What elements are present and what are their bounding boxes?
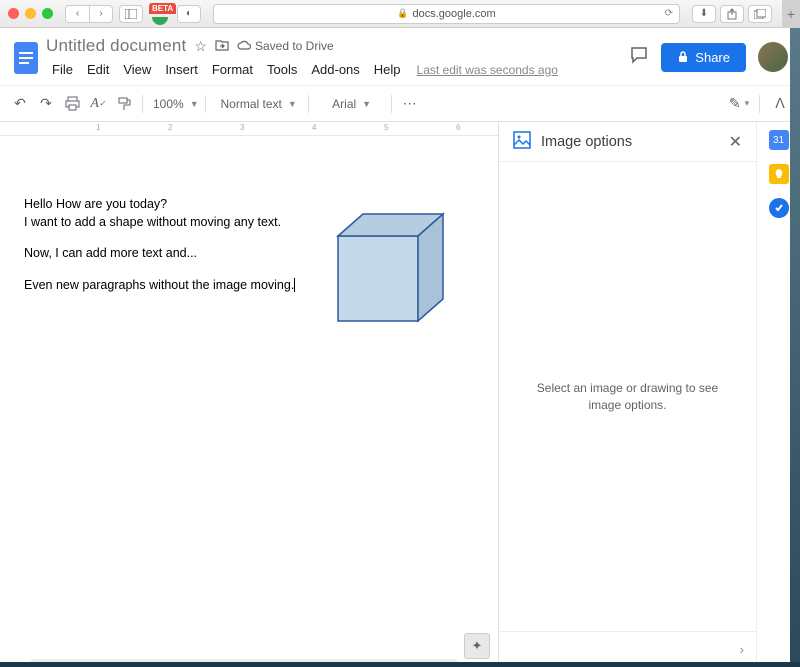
panel-body: Select an image or drawing to see image …	[499, 162, 756, 631]
comments-icon[interactable]	[629, 45, 649, 70]
ruler-mark: 3	[240, 123, 244, 132]
desktop-background	[790, 28, 800, 667]
docs-logo-icon[interactable]	[8, 34, 44, 82]
browser-toolbar: ‹ › BETA ◐ 🔒 docs.google.com ⟳ ⬇ +	[0, 0, 800, 28]
lock-icon	[677, 51, 689, 63]
ruler-mark: 2	[168, 123, 172, 132]
new-tab-button[interactable]: +	[782, 0, 800, 28]
menu-insert[interactable]: Insert	[159, 60, 204, 79]
collapse-toolbar-button[interactable]: ᐱ	[768, 91, 792, 117]
text-cursor	[294, 278, 295, 292]
image-icon	[513, 131, 531, 152]
image-options-panel: Image options ✕ Select an image or drawi…	[498, 122, 756, 667]
print-button[interactable]	[60, 91, 84, 117]
ruler-mark: 6	[456, 123, 460, 132]
nav-buttons: ‹ ›	[65, 5, 113, 23]
document-title[interactable]: Untitled document	[46, 36, 186, 56]
menu-edit[interactable]: Edit	[81, 60, 115, 79]
panel-header: Image options ✕	[499, 122, 756, 162]
tabs-button[interactable]	[748, 5, 772, 23]
keep-addon-icon[interactable]	[769, 164, 789, 184]
url-text: docs.google.com	[413, 8, 496, 20]
lock-icon: 🔒	[397, 8, 408, 19]
menu-format[interactable]: Format	[206, 60, 259, 79]
window-traffic-lights	[8, 8, 53, 19]
zoom-window-icon[interactable]	[42, 8, 53, 19]
star-icon[interactable]: ☆	[194, 38, 207, 55]
menu-bar: File Edit View Insert Format Tools Add-o…	[46, 60, 629, 79]
last-edit-link[interactable]: Last edit was seconds ago	[417, 63, 558, 77]
more-tools-button[interactable]: ⋯	[398, 91, 422, 117]
sidebar-button[interactable]	[119, 5, 143, 23]
panel-empty-message: Select an image or drawing to see image …	[519, 380, 736, 414]
extension-beta-icon[interactable]: BETA	[149, 5, 171, 23]
document-page[interactable]: Hello How are you today? I want to add a…	[0, 136, 498, 667]
menu-tools[interactable]: Tools	[261, 60, 303, 79]
document-canvas[interactable]: 1 2 3 4 5 6 Hello How are you today? I w…	[0, 122, 498, 667]
docs-app: Untitled document ☆ Saved to Drive File …	[0, 28, 800, 667]
tasks-addon-icon[interactable]	[769, 198, 789, 218]
horizontal-ruler[interactable]: 1 2 3 4 5 6	[0, 122, 498, 136]
calendar-addon-icon[interactable]: 31	[769, 130, 789, 150]
chevron-right-icon[interactable]: ›	[740, 642, 744, 657]
docs-header: Untitled document ☆ Saved to Drive File …	[0, 28, 800, 86]
explore-button[interactable]: ✦	[464, 633, 490, 659]
extension-icon	[152, 17, 168, 25]
beta-badge: BETA	[149, 3, 176, 14]
account-avatar[interactable]	[758, 42, 788, 72]
reader-button[interactable]: ◐	[177, 5, 201, 23]
menu-help[interactable]: Help	[368, 60, 407, 79]
ruler-mark: 4	[312, 123, 316, 132]
browser-right-buttons: ⬇	[692, 5, 772, 23]
spellcheck-button[interactable]: A✓	[86, 91, 110, 117]
share-label: Share	[695, 50, 730, 65]
save-status: Saved to Drive	[237, 39, 334, 53]
url-bar[interactable]: 🔒 docs.google.com ⟳	[213, 4, 680, 24]
downloads-button[interactable]: ⬇	[692, 5, 716, 23]
close-panel-button[interactable]: ✕	[729, 132, 742, 152]
menu-view[interactable]: View	[117, 60, 157, 79]
cloud-icon	[237, 39, 251, 53]
title-area: Untitled document ☆ Saved to Drive File …	[44, 34, 629, 79]
save-status-text: Saved to Drive	[255, 39, 334, 53]
inserted-drawing-cube[interactable]	[328, 206, 458, 339]
reload-icon[interactable]: ⟳	[665, 8, 673, 19]
redo-button[interactable]: ↷	[34, 91, 58, 117]
undo-button[interactable]: ↶	[8, 91, 32, 117]
close-window-icon[interactable]	[8, 8, 19, 19]
move-icon[interactable]	[215, 38, 229, 55]
panel-title: Image options	[541, 134, 729, 150]
menu-addons[interactable]: Add-ons	[305, 60, 365, 79]
desktop-background	[0, 662, 800, 667]
style-select[interactable]: Normal text▼	[212, 91, 302, 117]
ruler-mark: 5	[384, 123, 388, 132]
format-toolbar: ↶ ↷ A✓ 100%▼ Normal text▼ Arial▼ ⋯ ✎▾ ᐱ	[0, 86, 800, 122]
menu-file[interactable]: File	[46, 60, 79, 79]
share-button[interactable]: Share	[661, 43, 746, 72]
forward-button[interactable]: ›	[89, 5, 113, 23]
back-button[interactable]: ‹	[65, 5, 89, 23]
paint-format-button[interactable]	[112, 91, 136, 117]
body-row: 1 2 3 4 5 6 Hello How are you today? I w…	[0, 122, 800, 667]
header-right: Share	[629, 34, 788, 72]
font-select[interactable]: Arial▼	[315, 91, 385, 117]
editing-mode-button[interactable]: ✎▾	[727, 91, 751, 117]
minimize-window-icon[interactable]	[25, 8, 36, 19]
ruler-mark: 1	[96, 123, 100, 132]
zoom-select[interactable]: 100%▼	[149, 91, 199, 117]
share-sheet-button[interactable]	[720, 5, 744, 23]
